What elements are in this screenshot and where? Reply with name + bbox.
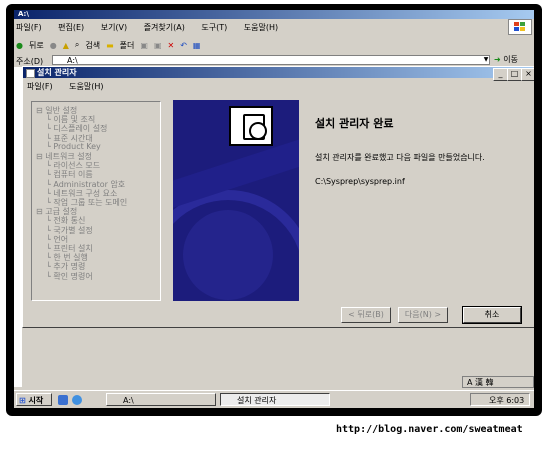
explorer-title: A:\ — [18, 10, 29, 18]
menu-help[interactable]: 도움말(H) — [244, 22, 278, 33]
back-wizard-button[interactable]: < 뒤로(B) — [341, 307, 391, 323]
language-bar[interactable]: A 漢 韓 — [462, 376, 534, 388]
completion-heading: 설치 관리자 완료 — [315, 117, 394, 130]
views-icon[interactable]: ▦ — [193, 41, 201, 50]
system-tray: 오후 6:03 — [470, 393, 530, 406]
search-icon[interactable]: ⌕ — [75, 40, 79, 50]
blog-watermark: http://blog.naver.com/sweatmeat — [336, 424, 523, 435]
tree-collapse-icon: ⊟ — [36, 207, 46, 217]
explorer-left-strip — [14, 67, 22, 387]
tree-collapse-icon: ⊟ — [36, 106, 46, 115]
setup-menubar: 파일(F) 도움말(H) — [27, 81, 117, 92]
tree-item-label: 확인 명령어 — [53, 271, 93, 281]
setup-titlebar: 설치 관리자 — [23, 67, 533, 78]
minimize-button[interactable]: _ — [493, 68, 508, 81]
explorer-toolbar: ● 뒤로 ● ▲ ⌕ 검색 ▬ 폴더 ▣ ▣ ✕ ↶ ▦ — [16, 38, 200, 52]
copy-to-icon[interactable]: ▣ — [154, 41, 162, 50]
setup-menu-help[interactable]: 도움말(H) — [69, 81, 103, 92]
move-to-icon[interactable]: ▣ — [140, 41, 148, 50]
tree-item[interactable]: └ Product Key — [46, 142, 101, 151]
start-label: 시작 — [28, 396, 44, 405]
completion-message: 설치 관리자를 완료했고 다음 파일을 만들었습니다. — [315, 153, 485, 162]
menu-edit[interactable]: 편집(E) — [58, 22, 84, 33]
tree-item[interactable]: └ 확인 명령어 — [46, 271, 93, 282]
setup-window-icon — [26, 69, 35, 78]
computer-disc-icon — [229, 106, 273, 146]
back-arrow-icon[interactable]: ● — [16, 41, 23, 50]
folder-icon[interactable]: ▬ — [106, 41, 114, 50]
tree-collapse-icon: ⊟ — [36, 152, 46, 161]
windows-logo-icon — [508, 19, 532, 35]
menu-favorites[interactable]: 즐겨찾기(A) — [144, 22, 185, 33]
start-logo-icon: ⊞ — [19, 396, 26, 405]
quicklaunch-ie-icon[interactable] — [72, 395, 82, 405]
menu-file[interactable]: 파일(F) — [16, 22, 42, 33]
search-button[interactable]: 검색 — [85, 40, 100, 51]
task-setup-manager[interactable]: 설치 관리자 — [220, 393, 330, 406]
taskbar: ⊞ 시작 A:\ 설치 관리자 오후 6:03 — [14, 390, 534, 408]
ime-indicator: A 漢 韓 — [467, 378, 494, 387]
tree-item-label: Product Key — [53, 141, 101, 151]
go-label: 이동 — [503, 55, 518, 64]
explorer-menubar: 파일(F) 편집(E) 보기(V) 즐겨찾기(A) 도구(T) 도움말(H) — [16, 22, 292, 33]
address-value: A:\ — [67, 56, 78, 65]
close-button[interactable]: × — [521, 68, 534, 81]
address-dropdown-icon[interactable]: ▼ — [482, 56, 490, 64]
up-folder-icon[interactable]: ▲ — [63, 41, 69, 50]
menu-tools[interactable]: 도구(T) — [201, 22, 227, 33]
screen: A:\ 파일(F) 편집(E) 보기(V) 즐겨찾기(A) 도구(T) 도움말(… — [14, 10, 534, 408]
task-explorer[interactable]: A:\ — [106, 393, 216, 406]
undo-icon[interactable]: ↶ — [180, 41, 187, 50]
task-explorer-label: A:\ — [123, 396, 134, 405]
folders-button[interactable]: 폴더 — [120, 40, 135, 51]
start-button[interactable]: ⊞ 시작 — [16, 393, 52, 406]
maximize-button[interactable]: □ — [507, 68, 522, 81]
setup-manager-window: 설치 관리자 _ □ × 파일(F) 도움말(H) ⊟ 일반 설정 └ 이름 및 … — [22, 66, 534, 328]
setup-menu-file[interactable]: 파일(F) — [27, 81, 53, 92]
settings-tree: ⊟ 일반 설정 └ 이름 및 조직 └ 디스플레이 설정 └ 표준 시간대 └ Prod… — [31, 101, 161, 301]
go-arrow-icon: ➜ — [494, 55, 501, 64]
delete-icon[interactable]: ✕ — [168, 41, 175, 50]
task-setup-label: 설치 관리자 — [237, 396, 277, 405]
setup-banner-image — [173, 100, 299, 301]
answer-file-path: C:\Sysprep\sysprep.inf — [315, 177, 405, 186]
address-field[interactable]: A:\ — [52, 55, 490, 65]
setup-window-title: 설치 관리자 — [37, 68, 77, 77]
cancel-wizard-button[interactable]: 취소 — [462, 306, 522, 324]
go-button[interactable]: ➜ 이동 — [494, 54, 534, 65]
forward-arrow-icon[interactable]: ● — [50, 41, 57, 50]
quicklaunch-desktop-icon[interactable] — [58, 395, 68, 405]
explorer-titlebar: A:\ — [14, 10, 534, 19]
next-wizard-button[interactable]: 다음(N) > — [398, 307, 448, 323]
back-button[interactable]: 뒤로 — [29, 40, 44, 51]
clock[interactable]: 오후 6:03 — [489, 396, 524, 405]
menu-view[interactable]: 보기(V) — [101, 22, 127, 33]
